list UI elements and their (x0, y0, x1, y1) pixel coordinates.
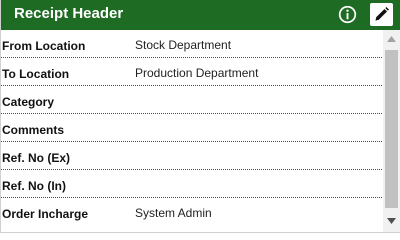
field-label: Order Incharge (2, 207, 89, 221)
row-to-location: To Location Production Department (1, 58, 382, 86)
panel-header: Receipt Header (1, 0, 400, 30)
field-label: Ref. No (Ex) (2, 151, 71, 165)
row-ref-no-in: Ref. No (In) (1, 170, 382, 198)
field-value: Stock Department (135, 38, 232, 52)
field-label: From Location (2, 39, 86, 53)
field-value: System Admin (135, 206, 212, 220)
row-category: Category (1, 86, 382, 114)
field-value: Production Department (135, 66, 259, 80)
field-label: Ref. No (In) (2, 179, 66, 193)
scrollbar-thumb[interactable] (385, 50, 398, 208)
row-ref-no-ex: Ref. No (Ex) (1, 142, 382, 170)
row-from-location: From Location Stock Department (1, 30, 382, 58)
field-label: To Location (2, 67, 70, 81)
scroll-up-arrow-icon[interactable] (383, 32, 400, 46)
info-icon[interactable] (337, 4, 358, 25)
field-label: Comments (2, 123, 65, 137)
scroll-down-arrow-icon[interactable] (383, 214, 400, 228)
panel-title: Receipt Header (14, 5, 124, 22)
field-label: Category (2, 95, 55, 109)
receipt-header-panel: Receipt Header From Location Stock Depar… (0, 0, 400, 233)
edit-icon[interactable] (370, 3, 393, 26)
row-order-incharge: Order Incharge System Admin (1, 198, 382, 226)
vertical-scrollbar[interactable] (383, 30, 400, 232)
row-comments: Comments (1, 114, 382, 142)
receipt-fields: From Location Stock Department To Locati… (1, 30, 382, 232)
